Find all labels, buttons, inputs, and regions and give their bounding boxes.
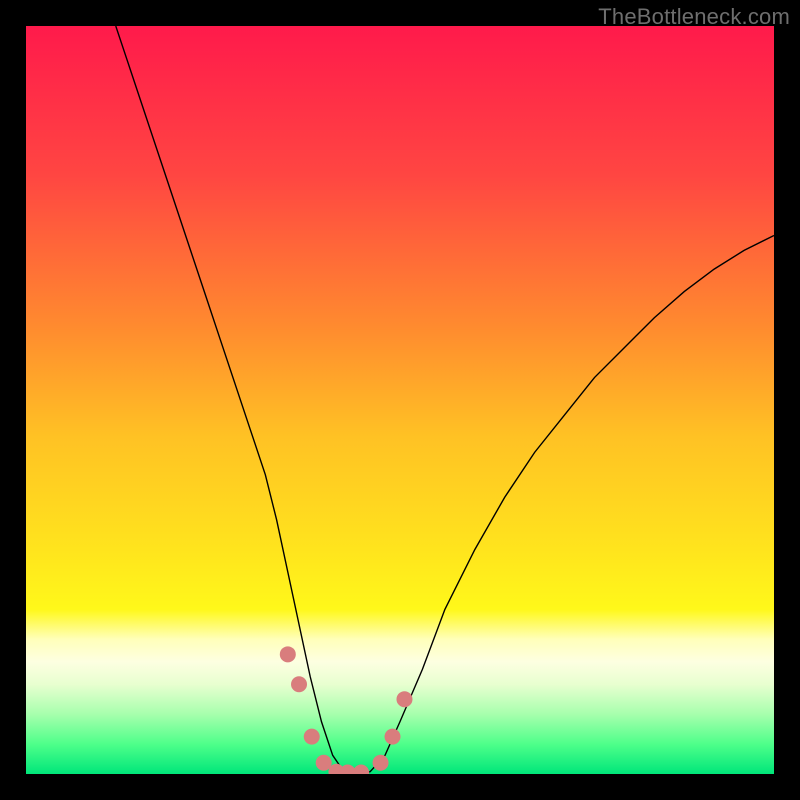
marker-dot bbox=[373, 755, 389, 771]
marker-dot bbox=[280, 646, 296, 662]
bottom-markers bbox=[280, 646, 413, 774]
bottleneck-curve bbox=[116, 26, 774, 774]
marker-dot bbox=[304, 729, 320, 745]
marker-dot bbox=[396, 691, 412, 707]
marker-dot bbox=[291, 676, 307, 692]
chart-root: TheBottleneck.com bbox=[0, 0, 800, 800]
watermark-text: TheBottleneck.com bbox=[598, 4, 790, 30]
curve-layer bbox=[26, 26, 774, 774]
plot-area bbox=[26, 26, 774, 774]
marker-dot bbox=[353, 765, 369, 775]
marker-dot bbox=[385, 729, 401, 745]
